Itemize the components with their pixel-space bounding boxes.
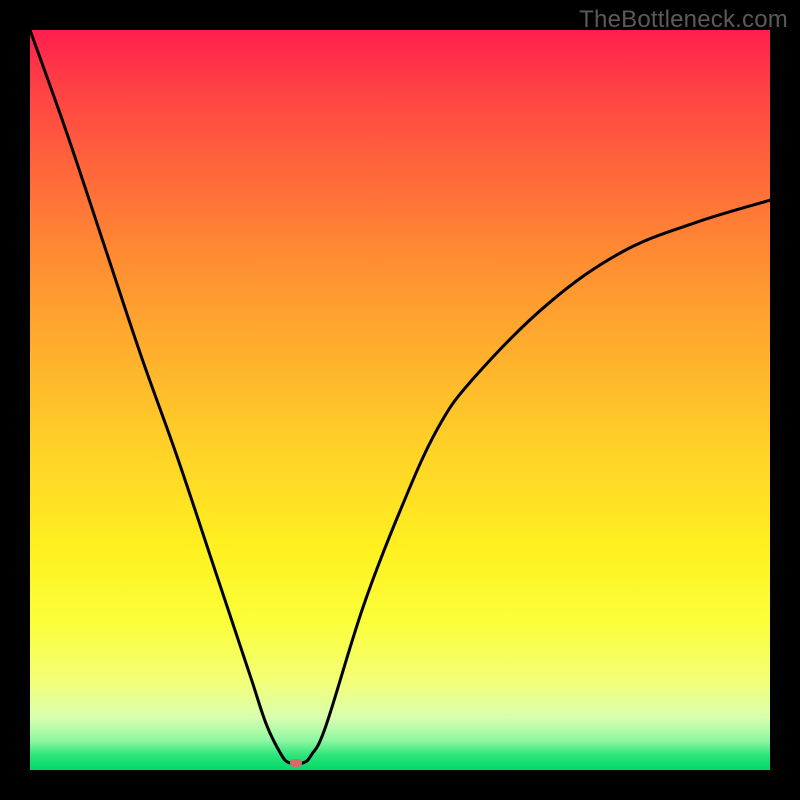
plot-area <box>30 30 770 770</box>
bottleneck-curve <box>30 30 770 770</box>
chart-frame: TheBottleneck.com <box>0 0 800 800</box>
watermark-text: TheBottleneck.com <box>579 6 788 34</box>
curve-path <box>30 30 770 763</box>
optimal-point-marker <box>290 759 302 767</box>
